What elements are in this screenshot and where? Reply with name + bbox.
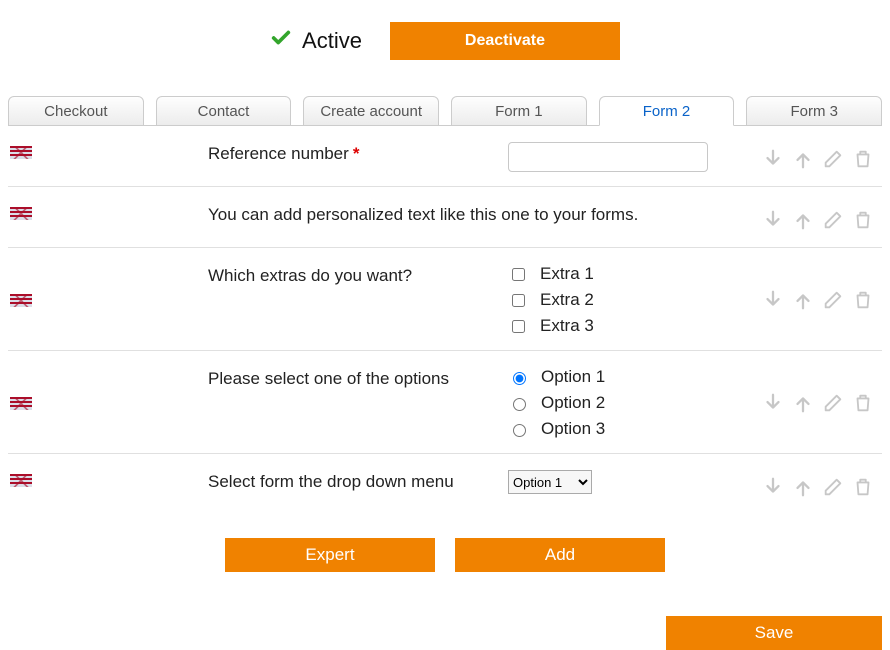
move-down-icon[interactable]	[760, 287, 786, 313]
field-label: Which extras do you want?	[208, 264, 508, 286]
uk-flag-icon	[10, 294, 32, 307]
deactivate-button[interactable]: Deactivate	[390, 22, 620, 60]
uk-flag-icon	[10, 207, 32, 220]
dropdown-select[interactable]: Option 1	[508, 470, 592, 494]
edit-icon[interactable]	[820, 146, 846, 172]
field-label: Please select one of the options	[208, 367, 508, 389]
radio-option[interactable]: Option 1	[508, 367, 738, 387]
tab-contact[interactable]: Contact	[156, 96, 292, 126]
save-button[interactable]: Save	[666, 616, 882, 650]
add-button[interactable]: Add	[455, 538, 665, 572]
extra-option[interactable]: Extra 2	[508, 290, 738, 310]
field-row-extras: Which extras do you want? Extra 1 Extra …	[8, 248, 882, 351]
delete-icon[interactable]	[850, 287, 876, 313]
field-label: Reference number*	[208, 142, 508, 164]
extra-option[interactable]: Extra 3	[508, 316, 738, 336]
delete-icon[interactable]	[850, 146, 876, 172]
checkbox[interactable]	[512, 294, 525, 307]
check-icon	[270, 27, 292, 55]
uk-flag-icon	[10, 474, 32, 487]
move-down-icon[interactable]	[760, 390, 786, 416]
move-up-icon[interactable]	[790, 287, 816, 313]
move-up-icon[interactable]	[790, 207, 816, 233]
delete-icon[interactable]	[850, 474, 876, 500]
bottom-button-bar: Expert Add	[8, 514, 882, 616]
field-row-dropdown: Select form the drop down menu Option 1	[8, 454, 882, 514]
uk-flag-icon	[10, 146, 32, 159]
tab-checkout[interactable]: Checkout	[8, 96, 144, 126]
info-text: You can add personalized text like this …	[208, 203, 738, 225]
tab-form-2[interactable]: Form 2	[599, 96, 735, 126]
tab-create-account[interactable]: Create account	[303, 96, 439, 126]
move-up-icon[interactable]	[790, 146, 816, 172]
status-label: Active	[302, 28, 362, 54]
move-down-icon[interactable]	[760, 474, 786, 500]
edit-icon[interactable]	[820, 207, 846, 233]
move-up-icon[interactable]	[790, 390, 816, 416]
move-down-icon[interactable]	[760, 207, 786, 233]
move-up-icon[interactable]	[790, 474, 816, 500]
delete-icon[interactable]	[850, 207, 876, 233]
radio[interactable]	[513, 424, 526, 437]
checkbox[interactable]	[512, 268, 525, 281]
checkbox[interactable]	[512, 320, 525, 333]
field-row-radios: Please select one of the options Option …	[8, 351, 882, 454]
form-fields-panel: Reference number* You can add personaliz…	[8, 125, 882, 514]
field-label: Select form the drop down menu	[208, 470, 508, 492]
uk-flag-icon	[10, 397, 32, 410]
edit-icon[interactable]	[820, 390, 846, 416]
field-row-reference: Reference number*	[8, 126, 882, 187]
edit-icon[interactable]	[820, 474, 846, 500]
radio[interactable]	[513, 372, 526, 385]
expert-button[interactable]: Expert	[225, 538, 435, 572]
extra-option[interactable]: Extra 1	[508, 264, 738, 284]
tab-form-3[interactable]: Form 3	[746, 96, 882, 126]
tab-form-1[interactable]: Form 1	[451, 96, 587, 126]
status-bar: Active Deactivate	[8, 0, 882, 96]
radio[interactable]	[513, 398, 526, 411]
field-row-infotext: You can add personalized text like this …	[8, 187, 882, 248]
edit-icon[interactable]	[820, 287, 846, 313]
required-marker: *	[353, 144, 360, 163]
save-bar: Save	[8, 616, 882, 650]
reference-input[interactable]	[508, 142, 708, 172]
delete-icon[interactable]	[850, 390, 876, 416]
radio-option[interactable]: Option 2	[508, 393, 738, 413]
move-down-icon[interactable]	[760, 146, 786, 172]
radio-option[interactable]: Option 3	[508, 419, 738, 439]
tabs: Checkout Contact Create account Form 1 F…	[8, 96, 882, 126]
